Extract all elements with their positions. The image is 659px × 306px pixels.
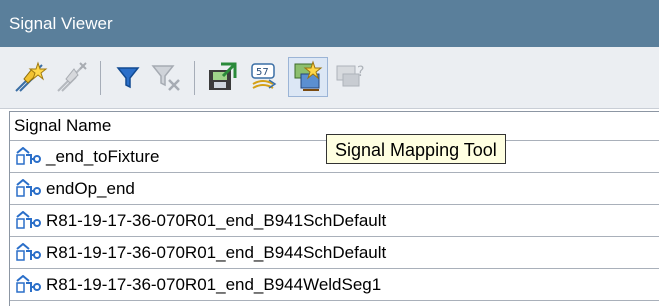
table-row[interactable]: R81-19-17-36-070R01_end_B944WeldSeg1 xyxy=(10,269,659,301)
table-row[interactable]: R81-19-17-36-070R01_end_B941SchDefault xyxy=(10,205,659,237)
svg-text:?: ? xyxy=(357,64,364,80)
table-row[interactable]: R81-19-17-36-070R01_end_B944SchDefault xyxy=(10,237,659,269)
toolbar-separator xyxy=(194,61,195,95)
signal-icon xyxy=(16,242,41,261)
signal-mapping-icon[interactable] xyxy=(288,57,328,97)
clear-filter-icon[interactable] xyxy=(146,57,186,97)
signal-icon xyxy=(16,146,41,165)
filter-icon[interactable] xyxy=(108,57,148,97)
signal-name: R81-19-17-36-070R01_end_B944WeldSeg1 xyxy=(46,274,382,294)
svg-text:57: 57 xyxy=(256,67,269,78)
signal-icon xyxy=(16,274,41,293)
signal-name: _end_toFixture xyxy=(46,146,160,166)
signal-icon xyxy=(16,178,41,197)
export-icon[interactable] xyxy=(202,57,242,97)
signal-icon xyxy=(16,210,41,229)
signal-mapping-disabled-icon[interactable]: ? xyxy=(330,57,370,97)
signal-name: R81-19-17-36-070R01_end_B944SchDefault xyxy=(46,242,387,262)
toolbar: 57 ? xyxy=(0,47,659,109)
window-title: Signal Viewer xyxy=(0,0,659,47)
signal-name: endOp_end xyxy=(46,178,135,198)
tooltip-signal-mapping-tool: Signal Mapping Tool xyxy=(326,134,506,164)
create-signal-icon[interactable] xyxy=(10,57,50,97)
table-row[interactable]: endOp_end xyxy=(10,173,659,205)
toolbar-separator xyxy=(100,61,101,95)
numeric-icon[interactable]: 57 xyxy=(244,57,284,97)
signal-name: R81-19-17-36-070R01_end_B941SchDefault xyxy=(46,210,387,230)
remove-signal-icon[interactable] xyxy=(52,57,92,97)
